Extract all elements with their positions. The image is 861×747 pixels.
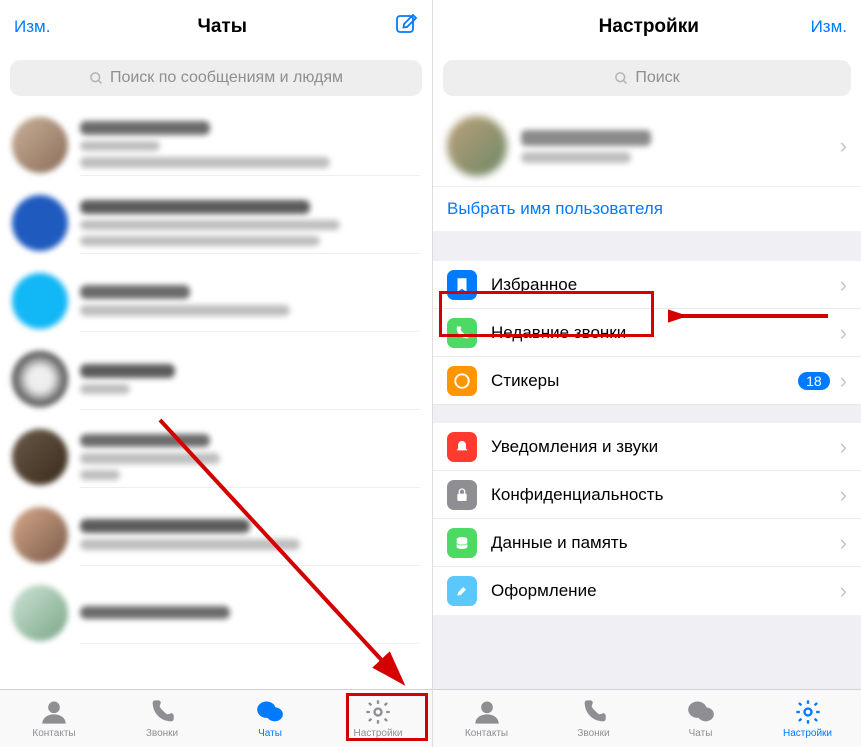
lock-icon: [447, 480, 477, 510]
setting-label: Стикеры: [491, 371, 798, 391]
tab-label: Чаты: [258, 728, 282, 739]
setting-label: Недавние звонки: [491, 323, 836, 343]
setting-label: Избранное: [491, 275, 836, 295]
chats-navbar: Изм. Чаты: [0, 0, 432, 54]
chat-row[interactable]: [0, 574, 432, 652]
search-input[interactable]: Поиск: [443, 60, 851, 96]
chevron-icon: ›: [840, 272, 847, 298]
tab-label: Звонки: [577, 728, 609, 739]
chat-icon: [687, 698, 715, 726]
search-container: Поиск: [433, 54, 861, 106]
settings-item-recent-calls[interactable]: Недавние звонки ›: [433, 309, 861, 357]
profile-name-blurred: [521, 130, 651, 146]
bookmark-icon: [447, 270, 477, 300]
chats-list: [0, 106, 432, 689]
settings-navbar: Настройки Изм.: [433, 0, 861, 54]
avatar: [447, 116, 507, 176]
settings-item-favorites[interactable]: Избранное ›: [433, 261, 861, 309]
bell-icon: [447, 432, 477, 462]
chat-row[interactable]: [0, 262, 432, 340]
brush-icon: [447, 576, 477, 606]
chat-row[interactable]: [0, 496, 432, 574]
chat-row[interactable]: [0, 106, 432, 184]
chat-row[interactable]: [0, 340, 432, 418]
tab-label: Настройки: [783, 728, 832, 739]
tab-settings[interactable]: Настройки: [324, 690, 432, 747]
settings-item-notifications[interactable]: Уведомления и звуки ›: [433, 423, 861, 471]
tab-bar: Контакты Звонки Чаты Настройки: [433, 689, 861, 747]
phone-icon: [580, 698, 608, 726]
settings-item-data[interactable]: Данные и память ›: [433, 519, 861, 567]
compose-icon[interactable]: [394, 13, 418, 42]
tab-chats[interactable]: Чаты: [216, 690, 324, 747]
tab-label: Контакты: [465, 728, 508, 739]
tab-chats[interactable]: Чаты: [647, 690, 754, 747]
tab-calls[interactable]: Звонки: [540, 690, 647, 747]
tab-bar: Контакты Звонки Чаты Настройки: [0, 689, 432, 747]
chevron-icon: ›: [840, 133, 847, 159]
gear-icon: [364, 698, 392, 726]
setting-label: Данные и память: [491, 533, 836, 553]
tab-settings[interactable]: Настройки: [754, 690, 861, 747]
phone-icon: [447, 318, 477, 348]
search-icon: [614, 71, 629, 86]
tab-calls[interactable]: Звонки: [108, 690, 216, 747]
gear-icon: [794, 698, 822, 726]
setting-label: Уведомления и звуки: [491, 437, 836, 457]
navbar-title: Настройки: [599, 16, 699, 38]
navbar-title: Чаты: [197, 16, 246, 38]
tab-label: Контакты: [32, 728, 75, 739]
tab-contacts[interactable]: Контакты: [0, 690, 108, 747]
settings-item-privacy[interactable]: Конфиденциальность ›: [433, 471, 861, 519]
profile-phone-blurred: [521, 152, 631, 163]
settings-list: › Выбрать имя пользователя Избранное › Н…: [433, 106, 861, 689]
edit-button[interactable]: Изм.: [14, 17, 50, 37]
chats-screen: Изм. Чаты Поиск по сообщениям и людям Ко…: [0, 0, 432, 747]
chevron-icon: ›: [840, 368, 847, 394]
edit-button[interactable]: Изм.: [811, 17, 847, 37]
tab-label: Настройки: [353, 728, 402, 739]
phone-icon: [148, 698, 176, 726]
sticker-icon: [447, 366, 477, 396]
settings-screen: Настройки Изм. Поиск › Выбрать имя польз…: [432, 0, 861, 747]
search-placeholder: Поиск по сообщениям и людям: [110, 69, 343, 87]
profile-row[interactable]: ›: [433, 106, 861, 186]
settings-item-appearance[interactable]: Оформление ›: [433, 567, 861, 615]
tab-contacts[interactable]: Контакты: [433, 690, 540, 747]
search-icon: [89, 71, 104, 86]
chevron-icon: ›: [840, 530, 847, 556]
setting-label: Оформление: [491, 581, 836, 601]
choose-username-link[interactable]: Выбрать имя пользователя: [433, 186, 861, 231]
chevron-icon: ›: [840, 320, 847, 346]
tab-label: Звонки: [146, 728, 178, 739]
chevron-icon: ›: [840, 578, 847, 604]
contact-icon: [40, 698, 68, 726]
search-input[interactable]: Поиск по сообщениям и людям: [10, 60, 422, 96]
database-icon: [447, 528, 477, 558]
chat-icon: [256, 698, 284, 726]
chevron-icon: ›: [840, 482, 847, 508]
contact-icon: [473, 698, 501, 726]
search-container: Поиск по сообщениям и людям: [0, 54, 432, 106]
settings-item-stickers[interactable]: Стикеры 18 ›: [433, 357, 861, 405]
setting-label: Конфиденциальность: [491, 485, 836, 505]
tab-label: Чаты: [689, 728, 713, 739]
chevron-icon: ›: [840, 434, 847, 460]
chat-row[interactable]: [0, 184, 432, 262]
search-placeholder: Поиск: [635, 69, 679, 87]
badge-count: 18: [798, 372, 830, 390]
chat-row[interactable]: [0, 418, 432, 496]
